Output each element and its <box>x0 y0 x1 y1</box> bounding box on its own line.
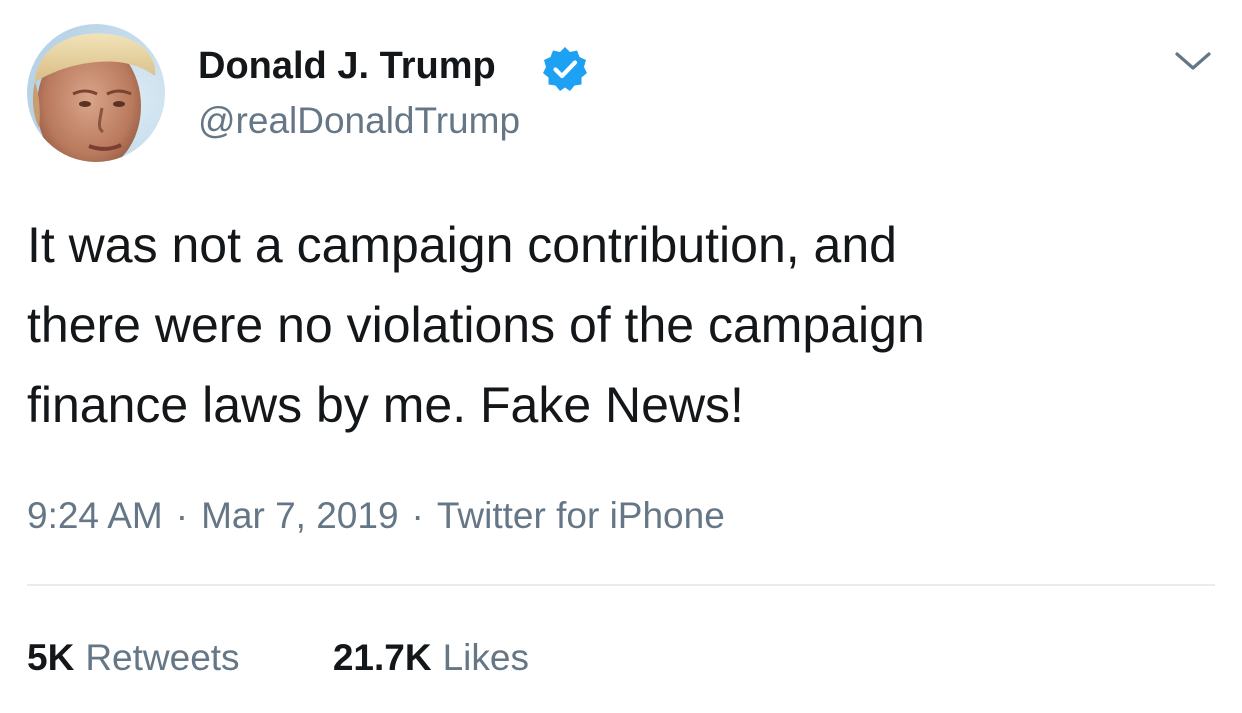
retweets-label: Retweets <box>85 637 240 678</box>
divider <box>27 584 1215 586</box>
tweet-text: It was not a campaign contribution, and … <box>27 205 1207 445</box>
author-handle[interactable]: @realDonaldTrump <box>198 98 520 144</box>
tweet-meta: 9:24 AM · Mar 7, 2019 · Twitter for iPhone <box>27 492 725 540</box>
engagement-stats: 5K Retweets 21.7K Likes <box>27 634 529 682</box>
tweet-text-line: It was not a campaign contribution, and <box>27 217 897 273</box>
tweet-card: Donald J. Trump @realDonaldTrump It was … <box>0 0 1242 713</box>
retweets-stat[interactable]: 5K Retweets <box>27 634 240 682</box>
verified-check-icon <box>543 47 587 91</box>
profile-photo-icon <box>27 24 165 162</box>
avatar[interactable] <box>27 24 165 162</box>
likes-count: 21.7K <box>332 637 432 678</box>
likes-label: Likes <box>442 637 529 678</box>
author-name[interactable]: Donald J. Trump <box>198 43 496 89</box>
meta-separator: · <box>175 495 189 536</box>
retweets-count: 5K <box>27 637 75 678</box>
tweet-date[interactable]: Mar 7, 2019 <box>201 495 398 536</box>
meta-separator: · <box>411 495 424 536</box>
likes-stat[interactable]: 21.7K Likes <box>333 634 529 682</box>
tweet-text-line: there were no violations of the campaign <box>27 297 925 353</box>
tweet-source[interactable]: Twitter for iPhone <box>437 495 725 536</box>
tweet-time[interactable]: 9:24 AM <box>27 495 163 536</box>
tweet-text-line: finance laws by me. Fake News! <box>27 377 744 433</box>
chevron-down-icon[interactable] <box>1172 46 1214 76</box>
